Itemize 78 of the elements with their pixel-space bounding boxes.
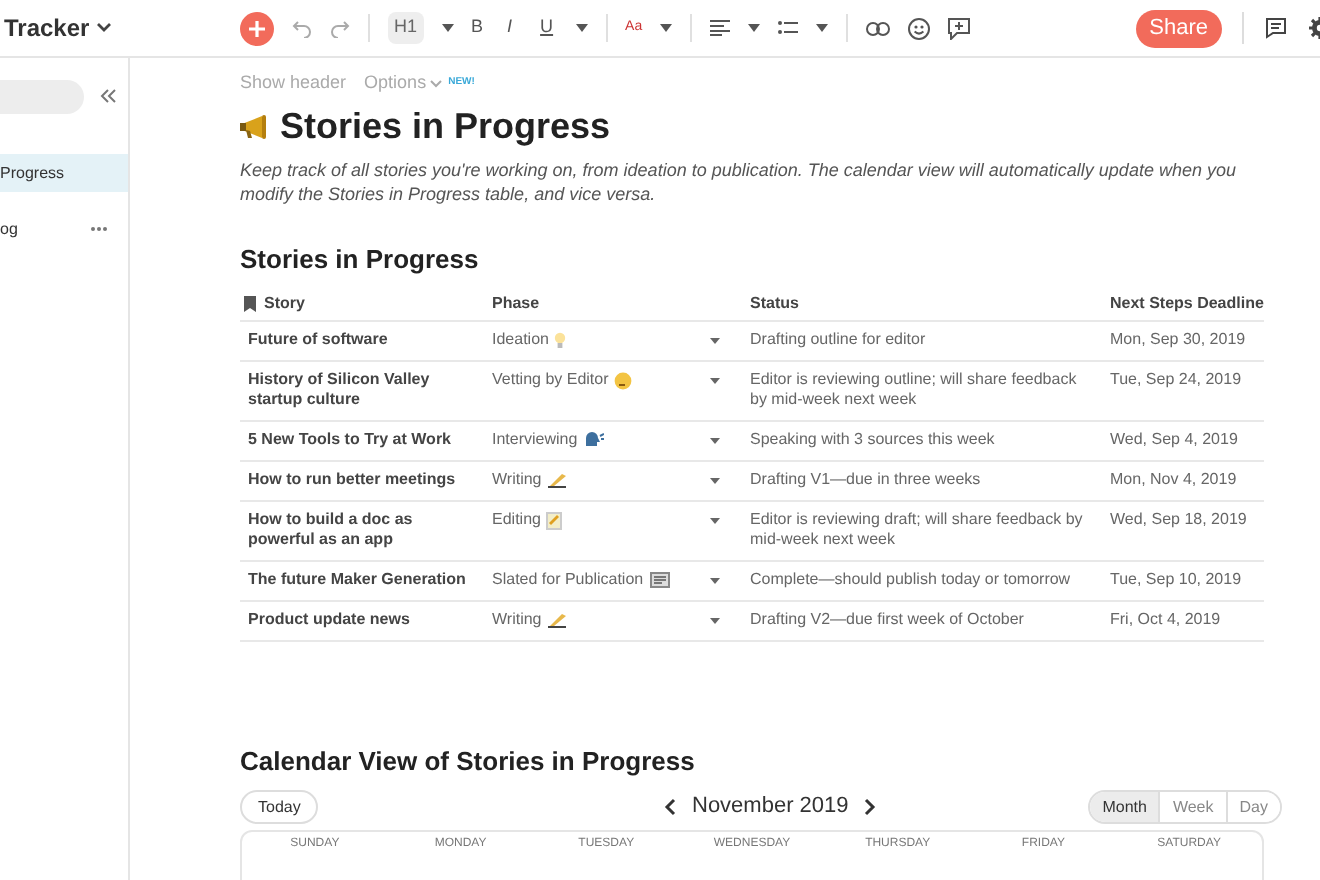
chevron-down-icon[interactable] xyxy=(95,22,112,34)
caret-icon[interactable] xyxy=(575,24,588,32)
list-icon[interactable] xyxy=(778,20,799,36)
chevron-right-icon[interactable] xyxy=(864,798,877,816)
table-cell: 5 New Tools to Try at Work xyxy=(240,420,480,460)
add-comment-icon[interactable] xyxy=(948,17,971,39)
sidebar-item[interactable]: og xyxy=(0,210,128,248)
table-cell: Editor is reviewing draft; will share feedback by mid-week next week xyxy=(742,500,1102,560)
more-icon[interactable] xyxy=(90,226,108,232)
chevron-down-icon xyxy=(430,79,443,88)
table-cell: Writing xyxy=(492,470,542,490)
table-cell: Wed, Sep 4, 2019 xyxy=(1102,420,1264,460)
memo-icon xyxy=(546,511,563,529)
column-header[interactable]: Next Steps Deadline xyxy=(1102,288,1264,320)
dropdown-caret-icon[interactable] xyxy=(710,478,720,484)
table-cell: Drafting V2—due first week of October xyxy=(742,600,1102,640)
table-cell: Complete—should publish today or tomorrow xyxy=(742,560,1102,600)
chevron-left-icon[interactable] xyxy=(664,798,676,816)
dropdown-caret-icon[interactable] xyxy=(710,578,720,584)
dropdown-caret-icon[interactable] xyxy=(710,618,720,624)
month-label: November 2019 xyxy=(692,792,849,823)
table-cell: Mon, Nov 4, 2019 xyxy=(1102,460,1264,500)
table-cell: Tue, Sep 10, 2019 xyxy=(1102,560,1264,600)
calendar-title: Calendar View of Stories in Progress xyxy=(240,743,697,780)
align-icon[interactable] xyxy=(710,20,731,36)
add-icon[interactable] xyxy=(240,11,274,45)
heading-button[interactable]: H1 xyxy=(388,12,424,44)
doc-title[interactable]: Tracker xyxy=(4,10,90,46)
collapse-icon[interactable] xyxy=(100,88,116,104)
view-tab[interactable]: Month xyxy=(1090,792,1159,822)
column-header[interactable]: Story xyxy=(264,291,305,316)
bold-button[interactable]: B xyxy=(471,14,484,42)
dropdown-caret-icon[interactable] xyxy=(710,518,720,524)
comment-icon[interactable] xyxy=(1264,16,1288,40)
dropdown-caret-icon[interactable] xyxy=(710,378,720,384)
speaking-head-icon xyxy=(583,432,604,448)
link-icon[interactable] xyxy=(866,21,891,35)
table-cell: Product update news xyxy=(240,600,480,640)
today-button[interactable]: Today xyxy=(240,790,319,824)
table-cell: Drafting outline for editor xyxy=(742,320,1102,360)
table-cell: How to build a doc as powerful as an app xyxy=(240,500,480,560)
intro-paragraph: Keep track of all stories you're working on, from ideation to publication. The calendar view will automatically update when you modify the Stories in Progress table, and vice versa. xyxy=(240,157,1238,205)
sidebar-item[interactable]: Progress xyxy=(0,154,128,192)
table-cell: Interviewing xyxy=(492,430,578,450)
table-title: Stories in Progress xyxy=(240,241,481,278)
table-cell: Future of software xyxy=(240,320,480,360)
caret-icon[interactable] xyxy=(816,24,829,32)
table-cell: The future Maker Generation xyxy=(240,560,480,600)
megaphone-icon xyxy=(240,113,272,139)
caret-icon[interactable] xyxy=(441,24,454,32)
table-cell: Wed, Sep 18, 2019 xyxy=(1102,500,1264,560)
caret-icon[interactable] xyxy=(660,24,673,32)
table-cell: Vetting by Editor xyxy=(492,370,609,390)
dropdown-caret-icon[interactable] xyxy=(710,438,720,444)
underline-button[interactable]: U xyxy=(536,14,558,42)
table-cell: Drafting V1—due in three weeks xyxy=(742,460,1102,500)
table-cell: Fri, Oct 4, 2019 xyxy=(1102,600,1264,640)
page-title: Stories in Progress xyxy=(280,103,611,150)
table-cell: Slated for Publication xyxy=(492,570,644,590)
table-cell: Editor is reviewing outline; will share feedback by mid-week next week xyxy=(742,360,1102,420)
newspaper-icon xyxy=(649,572,670,588)
view-tab[interactable]: Day xyxy=(1225,792,1280,822)
column-header[interactable]: Phase xyxy=(480,288,710,320)
smiley-icon[interactable] xyxy=(908,17,931,39)
italic-button[interactable]: I xyxy=(501,14,519,42)
table-cell: Writing xyxy=(492,610,542,630)
table-cell: Ideation xyxy=(492,330,549,350)
table-cell: Speaking with 3 sources this week xyxy=(742,420,1102,460)
column-header[interactable]: Status xyxy=(742,288,1102,320)
caret-icon[interactable] xyxy=(748,24,761,32)
bookmark-icon xyxy=(244,295,256,312)
table-cell: Editing xyxy=(492,510,541,530)
lightbulb-icon xyxy=(554,331,567,349)
table-cell: History of Silicon Valley startup culture xyxy=(240,360,480,420)
table-cell: How to run better meetings xyxy=(240,460,480,500)
table-cell: Mon, Sep 30, 2019 xyxy=(1102,320,1264,360)
dropdown-caret-icon[interactable] xyxy=(710,338,720,344)
table-cell: Tue, Sep 24, 2019 xyxy=(1102,360,1264,420)
